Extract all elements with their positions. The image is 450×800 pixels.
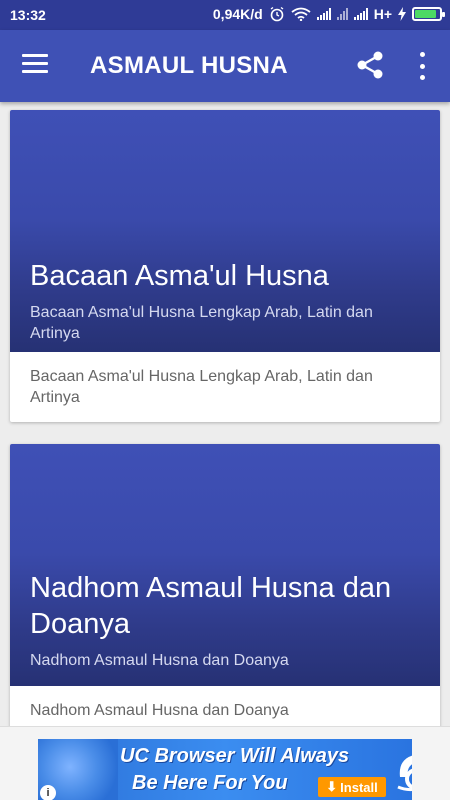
signal-icon [316, 8, 331, 20]
download-icon: ⬇ [326, 779, 338, 794]
card-subtitle: Bacaan Asma'ul Husna Lengkap Arab, Latin… [30, 304, 373, 342]
ad-headline-2: Be Here For You [132, 772, 288, 794]
status-bar: 13:32 0,94K/d H+ [0, 0, 450, 30]
card-bacaan-asmaul-husna[interactable]: Bacaan Asma'ul Husna Bacaan Asma'ul Husn… [10, 110, 440, 422]
share-icon[interactable] [356, 50, 384, 80]
ad-banner[interactable]: UC Browser Will Always Be Here For You ⬇… [38, 739, 412, 800]
wifi-icon [291, 7, 311, 21]
ad-info-icon[interactable]: i [40, 785, 56, 800]
ad-headline-1: UC Browser Will Always [120, 745, 350, 767]
alarm-icon [270, 6, 284, 22]
card-description: Bacaan Asma'ul Husna Lengkap Arab, Latin… [30, 368, 373, 406]
app-title: ASMAUL HUSNA [90, 52, 288, 79]
app-bar: ASMAUL HUSNA [0, 30, 450, 102]
ad-install-label: Install [340, 779, 378, 795]
more-vert-icon[interactable] [415, 52, 429, 80]
card-title: Nadhom Asmaul Husna dan Doanya [30, 572, 392, 640]
card-description: Nadhom Asmaul Husna dan Doanya [30, 702, 289, 719]
card-hero: Nadhom Asmaul Husna dan Doanya Nadhom As… [10, 444, 440, 686]
card-subtitle: Nadhom Asmaul Husna dan Doanya [30, 652, 289, 669]
battery-icon [412, 7, 445, 21]
net-speed: 0,94K/d [212, 6, 263, 22]
card-list: Bacaan Asma'ul Husna Bacaan Asma'ul Husn… [0, 102, 450, 726]
charging-icon [398, 7, 406, 21]
network-type: H+ [373, 6, 392, 22]
menu-icon[interactable] [22, 54, 48, 76]
ad-bar: UC Browser Will Always Be Here For You ⬇… [0, 726, 450, 800]
status-icons: 0,94K/d H+ [212, 6, 445, 22]
uc-browser-logo [397, 755, 412, 792]
card-hero: Bacaan Asma'ul Husna Bacaan Asma'ul Husn… [10, 110, 440, 352]
card-nadhom-asmaul-husna[interactable]: Nadhom Asmaul Husna dan Doanya Nadhom As… [10, 444, 440, 726]
signal-icon [336, 8, 348, 20]
card-title: Bacaan Asma'ul Husna [30, 260, 329, 292]
ad-install-button[interactable]: ⬇ Install [318, 777, 386, 797]
status-time: 13:32 [10, 7, 46, 23]
signal-icon [353, 8, 368, 20]
